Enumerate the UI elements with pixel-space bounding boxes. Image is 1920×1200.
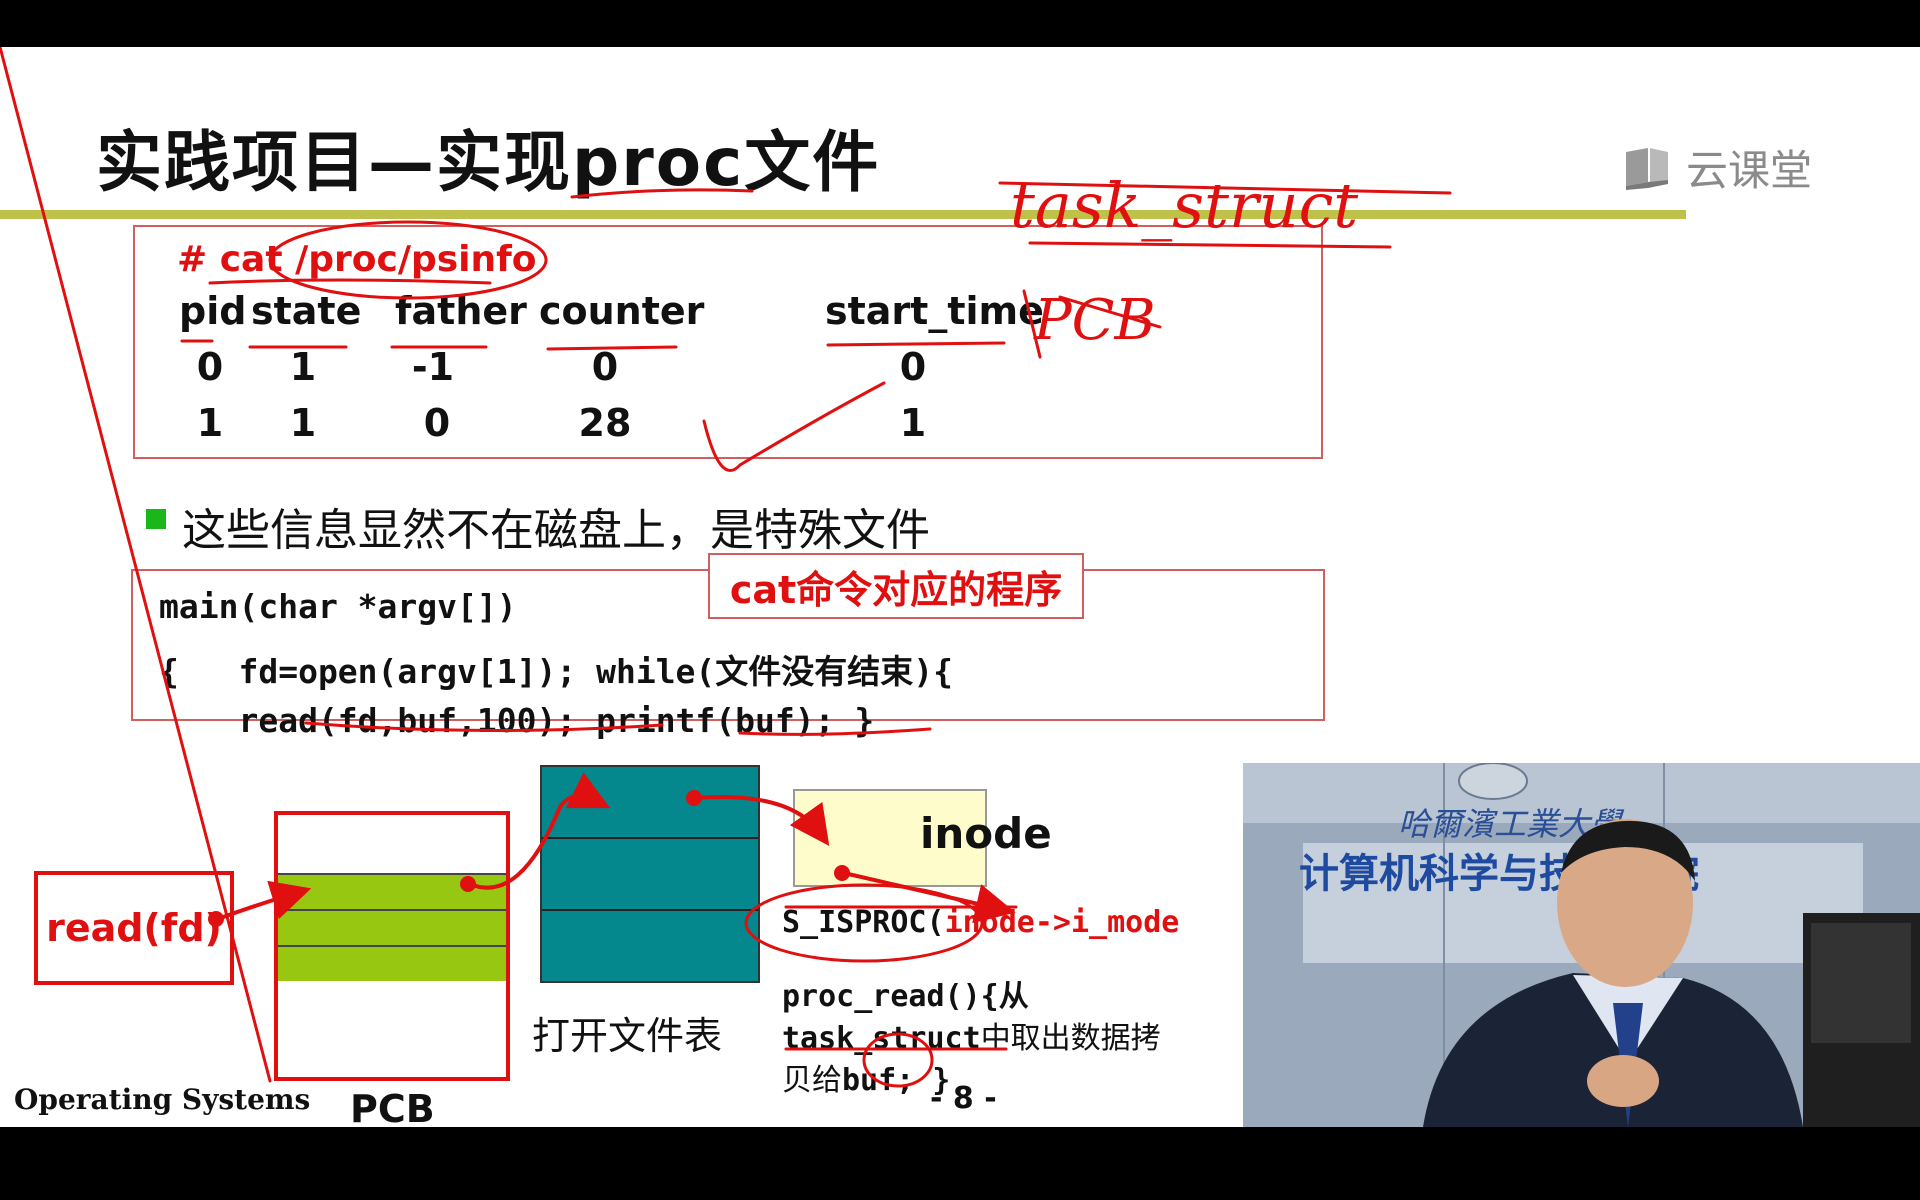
read-fd-box: read(fd) <box>34 871 234 985</box>
yunketang-logo: 云课堂 <box>1622 132 1812 202</box>
cat-program-label: cat命令对应的程序 <box>708 553 1084 619</box>
table-cell: 1 <box>899 401 927 445</box>
bullet-square <box>146 509 166 529</box>
code-line-1: main(char *argv[]) <box>159 587 517 626</box>
pcb-row <box>278 873 506 909</box>
pcb-box <box>274 811 510 1081</box>
page-number: - 8 - <box>930 1081 997 1116</box>
table-cell: 0 <box>899 345 927 389</box>
task-struct-word: task_struct <box>782 1021 981 1056</box>
header-start-time: start_time <box>825 289 1044 333</box>
isproc-line: S_ISPROC(inode->i_mode <box>782 905 1179 940</box>
open-file-table <box>540 765 760 983</box>
pcb-label: PCB <box>350 1087 435 1127</box>
lecturer-video: 哈爾濱工業大學 计算机科学与技术学院 <box>1243 763 1920 1127</box>
header-state: state <box>251 289 362 333</box>
proc-read-line-1: proc_read(){从 <box>782 979 1029 1014</box>
table-cell: 28 <box>578 401 632 445</box>
table-cell: 1 <box>289 401 317 445</box>
pcb-row <box>278 945 506 981</box>
proc-read-line-3: 贝给buf; } <box>782 1055 950 1099</box>
inode-label: inode <box>920 809 1052 858</box>
proc-read-text: 贝给 <box>782 1063 842 1098</box>
isproc-arg: inode->i_mode <box>944 905 1180 940</box>
slide-title: 实践项目—实现proc文件 <box>96 124 881 201</box>
psinfo-output-box: # cat /proc/psinfo pid state father coun… <box>133 225 1323 459</box>
bullet-text: 这些信息显然不在磁盘上，是特殊文件 <box>182 505 930 556</box>
logo-text: 云课堂 <box>1686 145 1813 195</box>
lecturer-scene: 哈爾濱工業大學 计算机科学与技术学院 <box>1243 763 1920 1127</box>
proc-read-line-2: task_struct中取出数据拷 <box>782 1013 1161 1057</box>
header-counter: counter <box>539 289 705 333</box>
table-cell: 0 <box>196 345 224 389</box>
header-pid: pid <box>179 289 247 333</box>
book-icon <box>1622 144 1672 190</box>
isproc-prefix: S_ISPROC( <box>782 905 945 940</box>
table-cell: 0 <box>591 345 619 389</box>
slide: 实践项目—实现proc文件 云课堂 # cat /proc/psinfo pid… <box>0 47 1920 1127</box>
title-divider <box>0 210 1686 219</box>
code-line-2: { fd=open(argv[1]); while(文件没有结束){ <box>159 652 954 691</box>
header-father: father <box>395 289 527 333</box>
proc-read-text: 中取出数据拷 <box>980 1021 1161 1056</box>
table-cell: 0 <box>423 401 451 445</box>
open-file-table-label: 打开文件表 <box>532 1014 723 1058</box>
table-cell: 1 <box>196 401 224 445</box>
pcb-row <box>278 909 506 945</box>
table-cell: -1 <box>411 345 455 389</box>
file-table-divider <box>542 909 758 911</box>
footer-operating-systems: Operating Systems <box>14 1083 311 1116</box>
table-cell: 1 <box>289 345 317 389</box>
cat-command: # cat /proc/psinfo <box>177 239 537 280</box>
file-table-divider <box>542 837 758 839</box>
code-line-3: read(fd,buf,100); printf(buf); } <box>159 701 875 740</box>
